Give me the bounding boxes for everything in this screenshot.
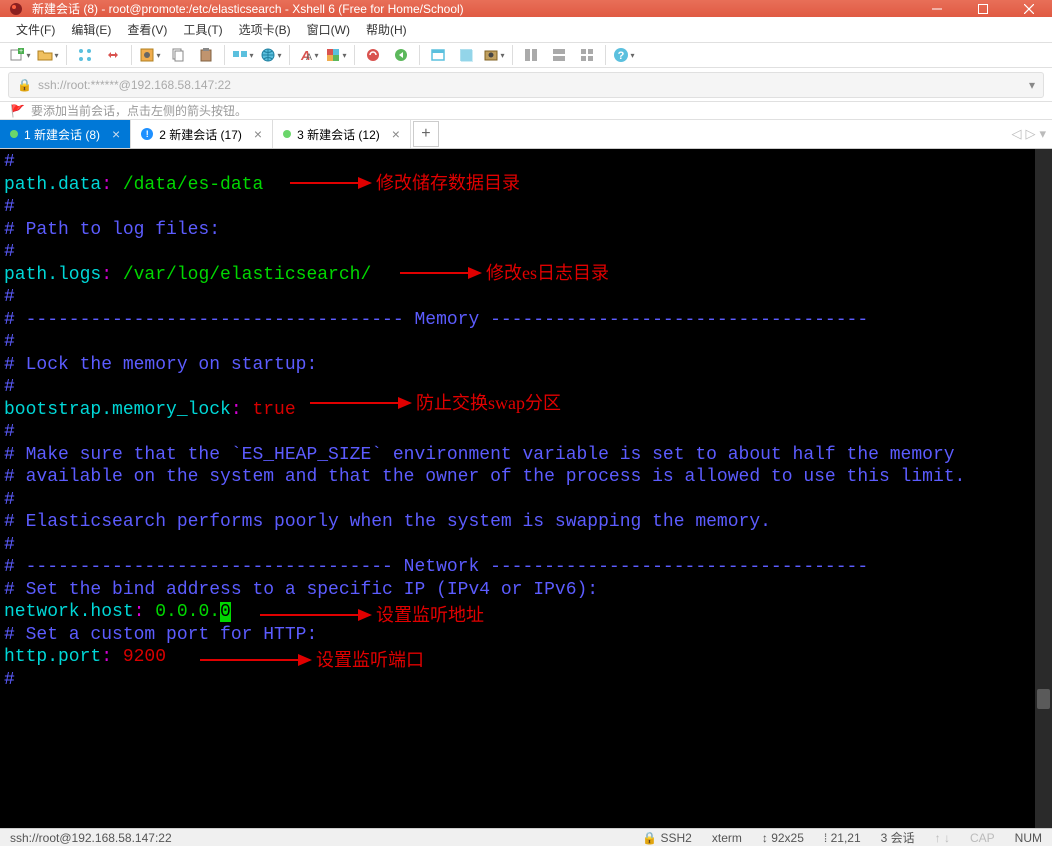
window-title: 新建会话 (8) - root@promote:/etc/elasticsear… (32, 0, 914, 17)
svg-text:A: A (306, 52, 312, 62)
address-input[interactable]: 🔒 ssh://root:******@192.168.58.147:22 ▾ (8, 72, 1044, 98)
app-icon (8, 1, 24, 17)
tab-add-button[interactable]: + (413, 121, 439, 147)
status-dot-icon (283, 130, 291, 138)
find-button[interactable]: ▾ (231, 43, 255, 67)
tile-horiz-button[interactable] (547, 43, 571, 67)
new-session-button[interactable]: +▾ (8, 43, 32, 67)
globe-button[interactable]: ▾ (259, 43, 283, 67)
svg-text:?: ? (618, 50, 625, 62)
svg-text:+: + (19, 48, 23, 55)
down-arrow-icon: ↓ (944, 831, 950, 845)
tile-button[interactable] (519, 43, 543, 67)
color-scheme-button[interactable]: ▾ (324, 43, 348, 67)
alert-icon: ! (141, 128, 153, 140)
open-button[interactable]: ▾ (36, 43, 60, 67)
properties-button[interactable]: ▾ (138, 43, 162, 67)
tab-close-button[interactable]: × (254, 126, 262, 142)
address-text: ssh://root:******@192.168.58.147:22 (38, 78, 231, 92)
address-dropdown-icon[interactable]: ▾ (1029, 78, 1035, 92)
menu-tools[interactable]: 工具(T) (175, 17, 230, 42)
maximize-button[interactable] (960, 0, 1006, 17)
script-button[interactable] (361, 43, 385, 67)
fullscreen-button[interactable] (426, 43, 450, 67)
up-arrow-icon: ↑ (935, 831, 941, 845)
status-cap: CAP (960, 831, 1005, 845)
tab-session-3[interactable]: 3 新建会话 (12) × (273, 120, 411, 148)
tab-menu-icon[interactable]: ▾ (1039, 126, 1046, 142)
lock-icon: 🔒 (642, 831, 657, 845)
minimize-button[interactable] (914, 0, 960, 17)
font-button[interactable]: AA▾ (296, 43, 320, 67)
tabbar: 1 新建会话 (8) × ! 2 新建会话 (17) × 3 新建会话 (12)… (0, 120, 1052, 149)
status-pos: 21,21 (831, 831, 861, 845)
status-num: NUM (1005, 831, 1052, 845)
menu-window[interactable]: 窗口(W) (299, 17, 358, 42)
capture-button[interactable]: ▾ (482, 43, 506, 67)
status-protocol: SSH2 (661, 831, 692, 845)
hint-text: 要添加当前会话，点击左侧的箭头按钮。 (31, 102, 247, 119)
help-button[interactable]: ?▾ (612, 43, 636, 67)
script-alt-button[interactable] (389, 43, 413, 67)
annotation-2: 修改es日志目录 (400, 262, 609, 285)
close-button[interactable] (1006, 0, 1052, 17)
annotation-5: 设置监听端口 (200, 649, 424, 672)
copy-button[interactable] (166, 43, 190, 67)
tab-close-button[interactable]: × (112, 126, 120, 142)
paste-button[interactable] (194, 43, 218, 67)
titlebar: 新建会话 (8) - root@promote:/etc/elasticsear… (0, 0, 1052, 17)
menu-edit[interactable]: 编辑(E) (63, 17, 119, 42)
lock-icon: 🔒 (17, 78, 32, 92)
scrollbar-thumb[interactable] (1037, 689, 1050, 709)
menu-view[interactable]: 查看(V) (119, 17, 175, 42)
transparency-button[interactable] (454, 43, 478, 67)
toolbar: +▾ ▾ ▾ ▾ ▾ AA▾ ▾ ▾ ?▾ (0, 43, 1052, 68)
flag-icon: 🚩 (10, 104, 25, 118)
tab-session-1[interactable]: 1 新建会话 (8) × (0, 120, 131, 148)
size-icon: ↕ (762, 831, 768, 845)
annotation-4: 设置监听地址 (260, 604, 484, 627)
menu-tabs[interactable]: 选项卡(B) (231, 17, 299, 42)
status-size: 92x25 (771, 831, 804, 845)
status-term: xterm (702, 831, 752, 845)
tab-prev-icon[interactable]: ◁ (1011, 126, 1021, 142)
terminal-scrollbar[interactable] (1035, 149, 1052, 828)
tab-label: 1 新建会话 (8) (24, 126, 100, 143)
menubar: 文件(F) 编辑(E) 查看(V) 工具(T) 选项卡(B) 窗口(W) 帮助(… (0, 17, 1052, 43)
tab-next-icon[interactable]: ▷ (1025, 126, 1035, 142)
tile-cascade-button[interactable] (575, 43, 599, 67)
statusbar: ssh://root@192.168.58.147:22 🔒 SSH2 xter… (0, 828, 1052, 846)
tab-close-button[interactable]: × (392, 126, 400, 142)
tab-label: 2 新建会话 (17) (159, 126, 242, 143)
annotation-1: 修改储存数据目录 (290, 172, 520, 195)
addressbar: 🔒 ssh://root:******@192.168.58.147:22 ▾ (0, 68, 1052, 102)
pos-icon: ⁞ (824, 831, 827, 845)
status-connection: ssh://root@192.168.58.147:22 (0, 831, 182, 845)
status-sessions: 3 会话 (871, 829, 925, 846)
menu-help[interactable]: 帮助(H) (358, 17, 415, 42)
terminal[interactable]: # path.data: /data/es-data # # Path to l… (0, 149, 1035, 828)
tab-label: 3 新建会话 (12) (297, 126, 380, 143)
annotation-3: 防止交换swap分区 (310, 392, 561, 415)
hint-bar: 🚩 要添加当前会话，点击左侧的箭头按钮。 (0, 102, 1052, 120)
broadcast-button[interactable] (73, 43, 97, 67)
menu-file[interactable]: 文件(F) (8, 17, 63, 42)
disconnect-button[interactable] (101, 43, 125, 67)
status-dot-icon (10, 130, 18, 138)
tab-session-2[interactable]: ! 2 新建会话 (17) × (131, 120, 273, 148)
